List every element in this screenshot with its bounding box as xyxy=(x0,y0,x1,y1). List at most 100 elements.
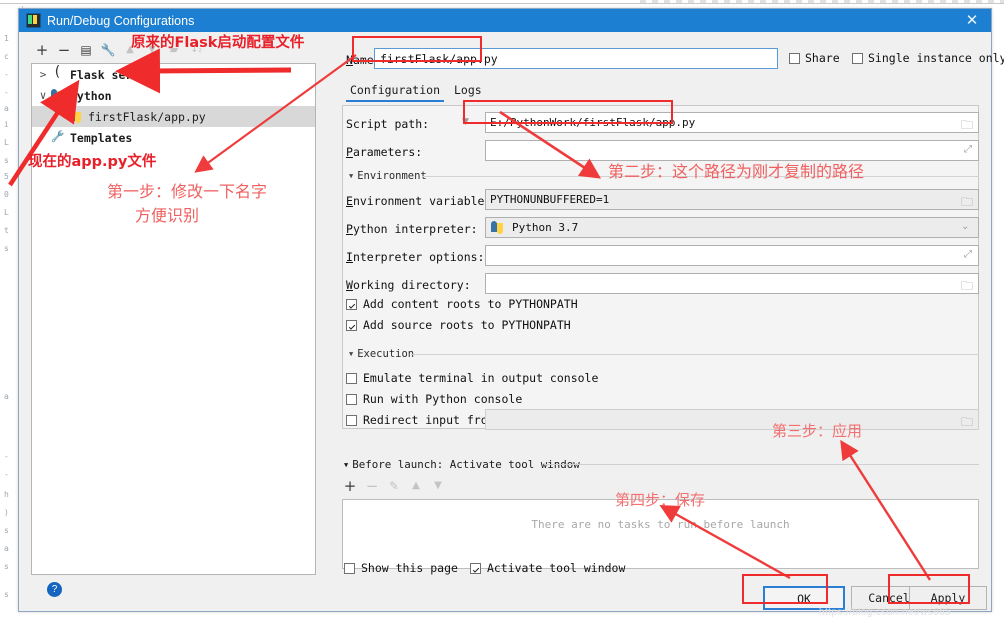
before-launch-toolbar: + − ✎ ▲ ▼ xyxy=(339,475,539,497)
emulate-terminal-checkbox[interactable] xyxy=(346,372,357,384)
environment-section-header[interactable]: ▼ Environment xyxy=(349,170,427,182)
bg-code-line: s xyxy=(4,526,9,535)
add-source-roots-label: Add source roots to PYTHONPATH xyxy=(363,318,571,332)
edit-task-icon[interactable]: ✎ xyxy=(383,476,405,496)
bg-code-line: a xyxy=(4,104,9,113)
bg-code-line: ) xyxy=(4,508,9,517)
caret-down-icon[interactable]: ▼ xyxy=(344,461,348,469)
remove-button[interactable]: − xyxy=(53,40,75,60)
bg-code-line: a xyxy=(4,392,9,401)
folder-icon: 🗀 xyxy=(961,415,974,429)
bg-code-line: c xyxy=(4,52,9,61)
tree-item-firstflask-app[interactable]: firstFlask/app.py xyxy=(32,106,315,127)
redirect-input-checkbox[interactable] xyxy=(346,414,357,426)
single-instance-checkbox[interactable] xyxy=(852,52,863,64)
python-interpreter-value: Python 3.7 xyxy=(512,221,579,234)
name-input[interactable] xyxy=(374,48,778,69)
copy-button[interactable]: ▤ xyxy=(75,40,97,60)
bg-code-line: s xyxy=(4,562,9,571)
python-interpreter-select[interactable]: Python 3.7 xyxy=(485,217,979,238)
interpreter-options-input[interactable] xyxy=(485,245,979,266)
tree-item-label: Templates xyxy=(70,130,133,145)
share-checkbox-row[interactable]: Share xyxy=(789,51,840,65)
parameters-input[interactable] xyxy=(485,140,979,161)
caret-down-icon[interactable]: ▼ xyxy=(349,172,353,180)
tree-item-templates[interactable]: Templates xyxy=(32,127,315,148)
move-task-down-button[interactable]: ▼ xyxy=(427,476,449,496)
configurations-tree[interactable]: > Flask server ∨ Python firstFlask/app.p… xyxy=(31,63,316,575)
twisty-icon[interactable]: > xyxy=(36,68,50,81)
bg-code-line: t xyxy=(4,226,9,235)
expand-icon[interactable]: ⤢ xyxy=(964,249,972,260)
pycharm-icon xyxy=(26,13,41,28)
folder-icon[interactable]: 🗀 xyxy=(961,116,973,137)
caret-down-icon[interactable]: ▼ xyxy=(349,350,353,358)
twisty-icon[interactable]: ∨ xyxy=(36,89,50,102)
add-button[interactable]: + xyxy=(31,40,53,60)
show-this-page-checkbox[interactable] xyxy=(344,562,355,574)
bg-code-line: 5 xyxy=(4,172,9,181)
before-launch-task-list[interactable]: There are no tasks to run before launch xyxy=(342,499,979,569)
before-launch-empty-text: There are no tasks to run before launch xyxy=(531,518,790,531)
show-this-page-row[interactable]: Show this page Activate tool window xyxy=(344,561,625,575)
bg-code-line: - xyxy=(4,470,9,479)
dialog-titlebar: Run/Debug Configurations ✕ xyxy=(19,9,991,32)
emulate-terminal-label: Emulate terminal in output console xyxy=(363,371,599,385)
run-with-console-checkbox[interactable] xyxy=(346,393,357,405)
redirect-input-row[interactable]: Redirect input from: xyxy=(346,413,501,427)
add-content-roots-row[interactable]: Add content roots to PYTHONPATH xyxy=(346,297,578,311)
edit-templates-icon[interactable]: 🔧 xyxy=(97,40,119,60)
add-task-button[interactable]: + xyxy=(339,476,361,496)
add-source-roots-checkbox[interactable] xyxy=(346,319,357,331)
add-source-roots-row[interactable]: Add source roots to PYTHONPATH xyxy=(346,318,571,332)
tree-item-label: Flask server xyxy=(70,67,154,82)
remove-task-button[interactable]: − xyxy=(361,476,383,496)
execution-section-header[interactable]: ▼ Execution xyxy=(349,348,414,360)
bg-code-line: h xyxy=(4,490,9,499)
interpreter-options-label: Interpreter options: xyxy=(346,250,485,264)
run-debug-configurations-dialog: Run/Debug Configurations ✕ + − ▤ 🔧 ▲ ▼ ▰… xyxy=(18,8,1004,618)
chevron-down-icon[interactable]: ▼ xyxy=(462,117,469,127)
folder-icon[interactable]: 🗀 xyxy=(961,193,973,214)
environment-variables-input[interactable] xyxy=(485,189,979,210)
move-up-button[interactable]: ▲ xyxy=(119,40,141,60)
new-folder-button[interactable]: ▰ xyxy=(163,40,185,60)
tree-item-label: Python xyxy=(70,88,112,103)
tree-item-flask-server[interactable]: > Flask server xyxy=(32,64,315,85)
python-icon xyxy=(68,109,84,124)
activate-tool-window-label: Activate tool window xyxy=(486,561,626,575)
share-label: Share xyxy=(805,51,840,65)
script-path-label: Script path: xyxy=(346,117,430,131)
single-instance-checkbox-row[interactable]: Single instance only xyxy=(852,51,1004,65)
bg-code-line: 1 xyxy=(4,34,9,43)
expand-icon[interactable]: ⤢ xyxy=(964,144,972,155)
before-launch-divider xyxy=(544,464,979,465)
emulate-terminal-row[interactable]: Emulate terminal in output console xyxy=(346,371,598,385)
redirect-input-label: Redirect input from: xyxy=(363,413,502,427)
sort-button[interactable]: ↓z xyxy=(185,40,207,60)
ide-top-divider xyxy=(0,3,1004,4)
python-icon xyxy=(50,88,66,103)
working-directory-input[interactable] xyxy=(485,273,979,294)
tab-configuration[interactable]: Configuration xyxy=(345,83,445,102)
chevron-down-icon[interactable]: ⌄ xyxy=(961,221,969,232)
share-checkbox[interactable] xyxy=(789,52,800,64)
tab-bar: Configuration Logs xyxy=(342,83,979,105)
move-task-up-button[interactable]: ▲ xyxy=(405,476,427,496)
dialog-title: Run/Debug Configurations xyxy=(47,13,195,28)
redirect-input-path xyxy=(485,409,979,430)
tab-logs[interactable]: Logs xyxy=(454,83,482,97)
close-icon[interactable]: ✕ xyxy=(963,12,981,29)
run-with-console-row[interactable]: Run with Python console xyxy=(346,392,522,406)
move-down-button[interactable]: ▼ xyxy=(141,40,163,60)
add-content-roots-checkbox[interactable] xyxy=(346,298,357,310)
bg-code-line: i xyxy=(4,120,9,129)
tree-item-python[interactable]: ∨ Python xyxy=(32,85,315,106)
help-button[interactable]: ? xyxy=(47,582,62,597)
folder-icon[interactable]: 🗀 xyxy=(961,277,973,298)
tree-item-label: firstFlask/app.py xyxy=(88,109,206,124)
activate-tool-window-checkbox[interactable] xyxy=(469,562,481,574)
script-path-input[interactable] xyxy=(485,112,979,133)
section-divider xyxy=(422,176,979,177)
bg-code-line: a xyxy=(4,544,9,553)
